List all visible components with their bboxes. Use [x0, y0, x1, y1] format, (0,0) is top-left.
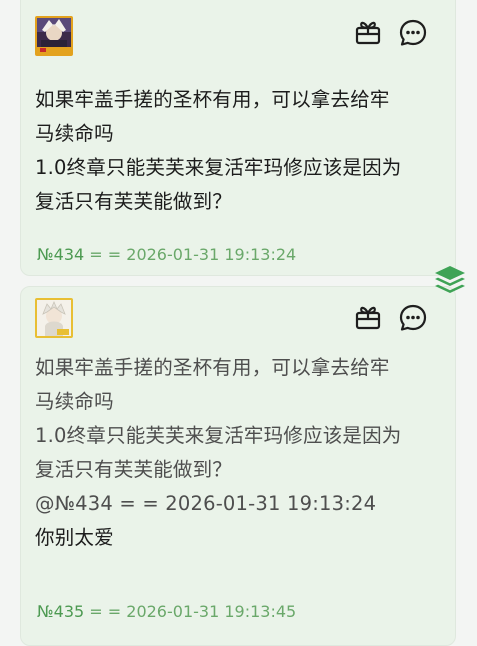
- gift-box-icon[interactable]: [351, 15, 385, 49]
- reply-text: 你别太爱: [35, 526, 114, 549]
- post-body: 如果牢盖手搓的圣杯有用，可以拿去给牢 马续命吗 1.0终章只能芙芙来复活牢玛修应…: [35, 351, 445, 555]
- post-feed: 如果牢盖手搓的圣杯有用，可以拿去给牢 马续命吗 1.0终章只能芙芙来复活牢玛修应…: [0, 0, 477, 646]
- layers-icon[interactable]: [432, 262, 468, 302]
- post-body: 如果牢盖手搓的圣杯有用，可以拿去给牢 马续命吗 1.0终章只能芙芙来复活牢玛修应…: [35, 83, 445, 219]
- post-card: 如果牢盖手搓的圣杯有用，可以拿去给牢 马续命吗 1.0终章只能芙芙来复活牢玛修应…: [20, 0, 456, 276]
- post-card: 如果牢盖手搓的圣杯有用，可以拿去给牢 马续命吗 1.0终章只能芙芙来复活牢玛修应…: [20, 286, 456, 646]
- post-id-link[interactable]: №434: [37, 245, 84, 264]
- quoted-body-line: 复活只有芙芙能做到？: [35, 458, 233, 481]
- avatar[interactable]: [35, 298, 73, 338]
- quoted-body-line: 马续命吗: [35, 390, 114, 413]
- post-body-line: 如果牢盖手搓的圣杯有用，可以拿去给牢: [35, 88, 390, 111]
- quote-reference[interactable]: @№434 = = 2026-01-31 19:13:24: [35, 487, 445, 521]
- post-meta: №435 = = 2026-01-31 19:13:45: [37, 602, 296, 621]
- gift-box-icon[interactable]: [351, 300, 385, 334]
- post-timestamp: 2026-01-31 19:13:24: [126, 245, 297, 264]
- quoted-body-line: 如果牢盖手搓的圣杯有用，可以拿去给牢: [35, 356, 390, 379]
- meta-separator: = =: [84, 602, 127, 621]
- post-meta: №434 = = 2026-01-31 19:13:24: [37, 245, 296, 264]
- post-body-line: 1.0终章只能芙芙来复活牢玛修应该是因为: [35, 156, 402, 179]
- comment-bubble-icon[interactable]: [396, 301, 430, 335]
- meta-separator: = =: [84, 245, 127, 264]
- comment-bubble-icon[interactable]: [396, 16, 430, 50]
- quoted-body-line: 1.0终章只能芙芙来复活牢玛修应该是因为: [35, 424, 402, 447]
- post-body-line: 马续命吗: [35, 122, 114, 145]
- post-body-line: 复活只有芙芙能做到？: [35, 190, 233, 213]
- post-id-link[interactable]: №435: [37, 602, 84, 621]
- avatar[interactable]: [35, 16, 73, 56]
- post-timestamp: 2026-01-31 19:13:45: [126, 602, 297, 621]
